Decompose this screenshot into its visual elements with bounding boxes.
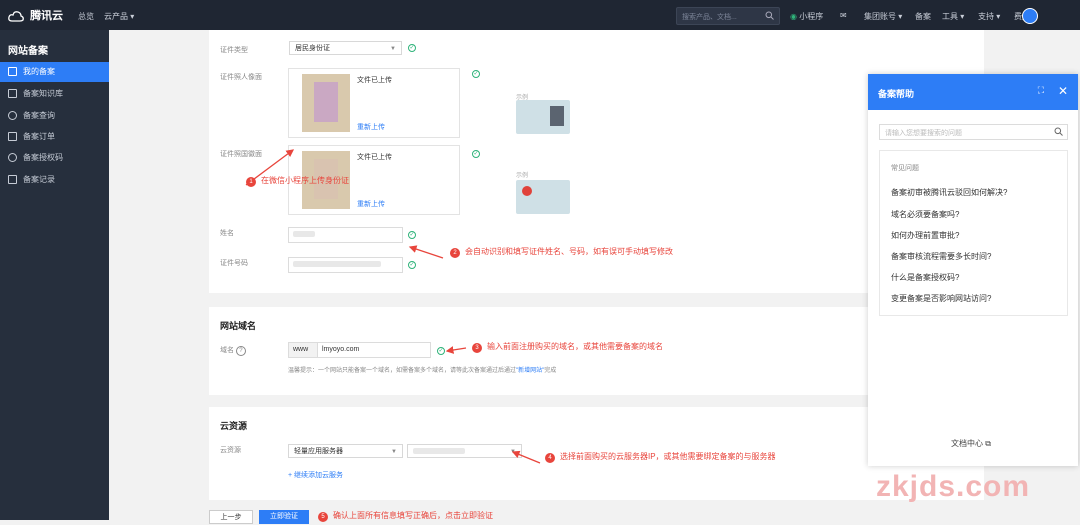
faq-item[interactable]: 备案审核流程需要多长时间?: [891, 251, 991, 262]
annotation-3-text: 输入前面注册购买的域名，或其他需要备案的域名: [487, 342, 663, 351]
annotation-4-text: 选择前面购买的云服务器IP，或其他需要绑定备案的与服务器: [560, 452, 776, 461]
faq-heading: 常见问题: [891, 165, 919, 172]
expand-icon[interactable]: ⛶: [1038, 85, 1044, 96]
annotation-5: 5 确认上面所有信息填写正确后，点击立即验证: [318, 510, 493, 522]
faq-item[interactable]: 备案初审被腾讯云驳回如何解决?: [891, 187, 1007, 198]
help-search-input[interactable]: 请输入您想要搜索的问题: [879, 124, 1068, 140]
annotation-1-text: 在微信小程序上传身份证: [261, 176, 349, 185]
close-icon[interactable]: ✕: [1058, 84, 1068, 98]
annotation-2: 2 会自动识别和填写证件姓名、号码，如有误可手动填写修改: [450, 246, 673, 258]
faq-item[interactable]: 什么是备案授权码?: [891, 272, 959, 283]
annotation-5-text: 确认上面所有信息填写正确后，点击立即验证: [333, 511, 493, 520]
annotation-4: 4 选择前面购买的云服务器IP，或其他需要绑定备案的与服务器: [545, 451, 776, 463]
annotation-3: 3 输入前面注册购买的域名，或其他需要备案的域名: [472, 341, 663, 353]
doc-center-link[interactable]: 文档中心 ⧉: [951, 438, 991, 449]
help-search-placeholder: 请输入您想要搜索的问题: [885, 130, 962, 137]
annotation-2-text: 会自动识别和填写证件姓名、号码，如有误可手动填写修改: [465, 247, 673, 256]
faq-box: 常见问题 备案初审被腾讯云驳回如何解决? 域名必须要备案吗? 如何办理前置审批?…: [879, 150, 1068, 316]
faq-item[interactable]: 域名必须要备案吗?: [891, 209, 959, 220]
annotation-1: 1 在微信小程序上传身份证: [246, 175, 349, 187]
watermark: zkjds.com: [876, 470, 1031, 503]
search-icon[interactable]: [1054, 127, 1063, 136]
faq-item[interactable]: 变更备案是否影响网站访问?: [891, 293, 991, 304]
help-panel-title: 备案帮助: [878, 89, 915, 99]
faq-item[interactable]: 如何办理前置审批?: [891, 230, 959, 241]
help-panel-header: 备案帮助 ⛶ ✕: [868, 74, 1078, 110]
help-panel: 备案帮助 ⛶ ✕ 请输入您想要搜索的问题 常见问题 备案初审被腾讯云驳回如何解决…: [868, 74, 1078, 466]
